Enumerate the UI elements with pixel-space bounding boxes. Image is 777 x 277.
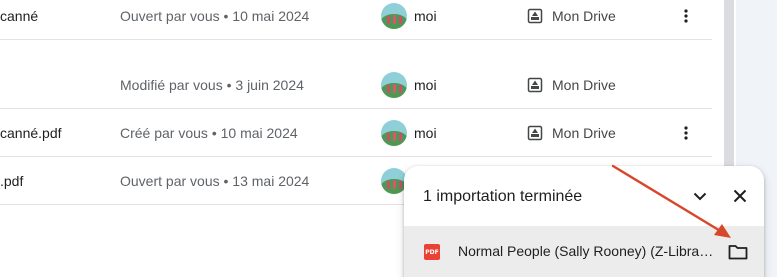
location-label: Mon Drive [552, 76, 616, 93]
more-actions-button[interactable] [672, 0, 700, 39]
show-file-location-button[interactable] [726, 240, 750, 264]
drive-icon [527, 8, 543, 23]
owner-label: moi [414, 7, 437, 24]
folder-icon [728, 245, 748, 260]
file-location: Mon Drive [527, 0, 616, 39]
upload-status-panel: 1 importation terminée PDF Normal People… [404, 166, 764, 277]
uploaded-file-name: Normal People (Sally Rooney) (Z-Library)… [458, 243, 714, 259]
location-label: Mon Drive [552, 124, 616, 141]
file-row[interactable]: Modifié par vous • 3 juin 2024 moi Mon D… [0, 61, 712, 109]
file-location: Mon Drive [527, 61, 616, 108]
file-activity: Ouvert par vous • 13 mai 2024 [120, 172, 310, 189]
location-label: Mon Drive [552, 7, 616, 24]
file-name[interactable]: canné [0, 0, 38, 39]
file-location: Mon Drive [527, 109, 616, 156]
close-button[interactable] [728, 184, 752, 208]
avatar [381, 2, 407, 29]
upload-panel-header: 1 importation terminée [404, 166, 764, 226]
close-icon [733, 189, 747, 203]
owner-label: moi [414, 76, 437, 93]
drive-icon [527, 77, 543, 92]
file-activity: Modifié par vous • 3 juin 2024 [120, 76, 304, 93]
collapse-button[interactable] [688, 184, 712, 208]
file-activity: Ouvert par vous • 10 mai 2024 [120, 7, 310, 24]
drive-icon [527, 125, 543, 140]
more-vert-icon [684, 125, 688, 140]
more-vert-icon [684, 8, 688, 23]
file-row[interactable]: canné Ouvert par vous • 10 mai 2024 moi … [0, 0, 712, 40]
avatar [381, 71, 407, 98]
upload-panel-title: 1 importation terminée [423, 188, 583, 205]
file-activity: Créé par vous • 10 mai 2024 [120, 124, 298, 141]
chevron-down-icon [693, 192, 707, 200]
file-owner: moi [381, 0, 437, 39]
file-owner: moi [381, 109, 437, 156]
owner-label: moi [414, 124, 437, 141]
file-name[interactable]: canné.pdf [0, 109, 62, 156]
file-name[interactable]: .pdf [0, 157, 23, 204]
file-owner: moi [381, 61, 437, 108]
more-actions-button[interactable] [672, 109, 700, 156]
pdf-file-icon: PDF [424, 244, 440, 260]
file-row[interactable]: canné.pdf Créé par vous • 10 mai 2024 mo… [0, 109, 712, 157]
avatar [381, 119, 407, 146]
uploaded-file-item[interactable]: PDF Normal People (Sally Rooney) (Z-Libr… [404, 226, 764, 277]
